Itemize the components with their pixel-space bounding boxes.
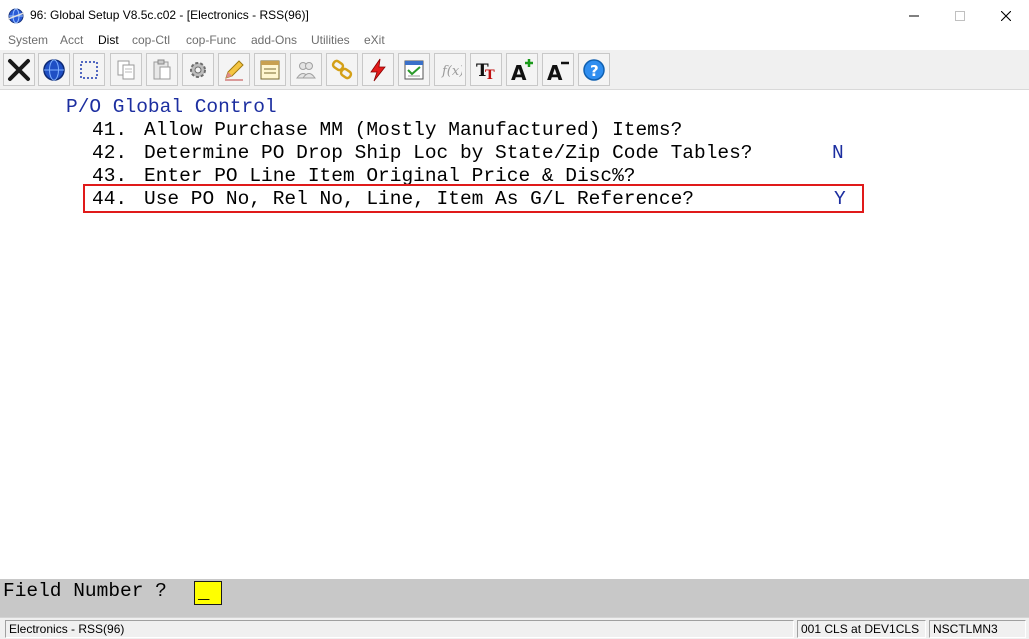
globe-icon[interactable] — [38, 53, 70, 86]
menu-exit[interactable]: eXit — [364, 33, 385, 47]
menu-add-ons[interactable]: add-Ons — [251, 33, 297, 47]
help-icon[interactable]: ? — [578, 53, 610, 86]
svg-text:T: T — [485, 68, 495, 82]
select-icon[interactable] — [73, 53, 105, 86]
status-bar: Electronics - RSS(96) 001 CLS at DEV1CLS… — [0, 617, 1029, 639]
field-42-number: 42. — [92, 142, 128, 164]
close-button[interactable] — [983, 0, 1029, 31]
prompt-bar: Field Number ? _ — [0, 579, 1029, 617]
menu-utilities[interactable]: Utilities — [311, 33, 350, 47]
status-company: Electronics - RSS(96) — [5, 620, 794, 638]
lightning-icon[interactable] — [362, 53, 394, 86]
menu-dist[interactable]: Dist — [98, 33, 119, 47]
settings-icon[interactable] — [182, 53, 214, 86]
menu-bar: System Acct Dist cop-Ctl cop-Func add-On… — [0, 31, 1029, 50]
exit-x-icon[interactable] — [3, 53, 35, 86]
calc-icon[interactable] — [398, 53, 430, 86]
svg-text:A: A — [511, 61, 527, 82]
prompt-label: Field Number ? — [3, 580, 167, 602]
field-number-input[interactable]: _ — [194, 581, 222, 605]
status-program: NSCTLMN3 — [929, 620, 1026, 638]
maximize-button[interactable] — [937, 0, 983, 31]
menu-cop-ctl[interactable]: cop-Ctl — [132, 33, 170, 47]
svg-text:?: ? — [590, 62, 599, 80]
field-42-label: Determine PO Drop Ship Loc by State/Zip … — [144, 142, 753, 164]
svg-text:A: A — [547, 61, 563, 82]
title-bar: 96: Global Setup V8.5c.c02 - [Electronic… — [0, 0, 1029, 31]
window-title: 96: Global Setup V8.5c.c02 - [Electronic… — [30, 8, 309, 22]
highlight-annotation — [83, 184, 864, 213]
field-41-number: 41. — [92, 119, 128, 141]
menu-system[interactable]: System — [8, 33, 48, 47]
copy-icon[interactable] — [110, 53, 142, 86]
minimize-button[interactable] — [891, 0, 937, 31]
field-41-label: Allow Purchase MM (Mostly Manufactured) … — [144, 119, 683, 141]
edit-icon[interactable] — [218, 53, 250, 86]
terminal-screen: P/O Global Control 41. Allow Purchase MM… — [0, 91, 1029, 579]
toolbar: f(x) TT A A ? — [0, 50, 1029, 90]
formula-icon[interactable]: f(x) — [434, 53, 466, 86]
paste-icon[interactable] — [146, 53, 178, 86]
font-icon[interactable]: TT — [470, 53, 502, 86]
field-42-value: N — [832, 142, 844, 164]
menu-cop-func[interactable]: cop-Func — [186, 33, 236, 47]
globe-app-icon — [7, 8, 25, 24]
link-icon[interactable] — [326, 53, 358, 86]
menu-acct[interactable]: Acct — [60, 33, 83, 47]
status-session: 001 CLS at DEV1CLS — [797, 620, 926, 638]
screen-heading: P/O Global Control — [66, 96, 277, 118]
users-icon[interactable] — [290, 53, 322, 86]
increase-font-icon[interactable]: A — [506, 53, 538, 86]
svg-text:f(x): f(x) — [441, 64, 462, 79]
notes-icon[interactable] — [254, 53, 286, 86]
decrease-font-icon[interactable]: A — [542, 53, 574, 86]
